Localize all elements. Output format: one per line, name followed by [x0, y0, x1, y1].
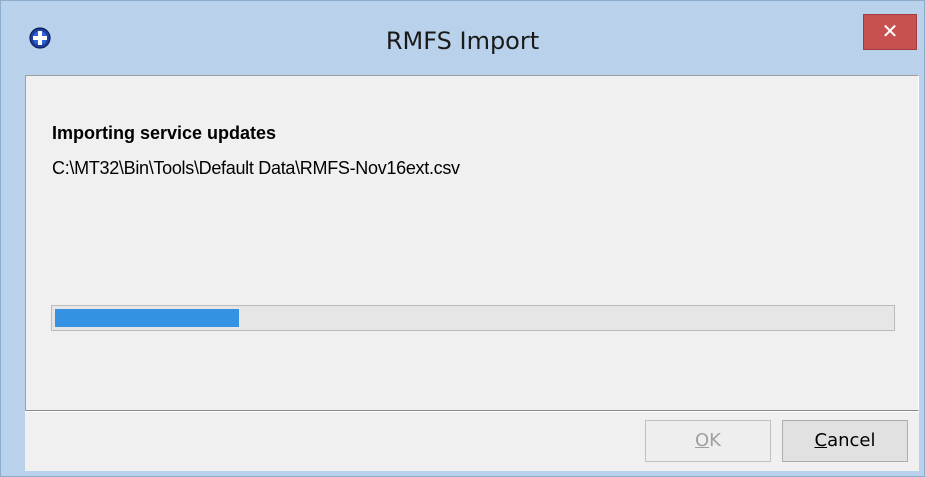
dialog-window: RMFS Import ✕ Importing service updates …: [0, 0, 925, 477]
file-path-label: C:\MT32\Bin\Tools\Default Data\RMFS-Nov1…: [52, 158, 460, 178]
cancel-mnemonic: C: [814, 430, 828, 451]
progress-bar-fill: [55, 309, 239, 327]
cancel-button[interactable]: Cancel: [782, 420, 908, 462]
ok-button[interactable]: OK: [645, 420, 771, 462]
status-heading: Importing service updates: [52, 123, 277, 143]
dialog-body: Importing service updates C:\MT32\Bin\To…: [25, 75, 919, 411]
cancel-label-rest: ancel: [827, 430, 876, 451]
close-button[interactable]: ✕: [863, 14, 917, 50]
close-icon: ✕: [881, 19, 899, 43]
progress-bar: [51, 305, 895, 331]
ok-mnemonic: O: [695, 430, 710, 451]
title-bar[interactable]: RMFS Import ✕: [1, 1, 924, 75]
ok-label-rest: K: [709, 430, 721, 451]
button-bar: OK Cancel: [25, 411, 919, 471]
window-title: RMFS Import: [385, 27, 540, 55]
